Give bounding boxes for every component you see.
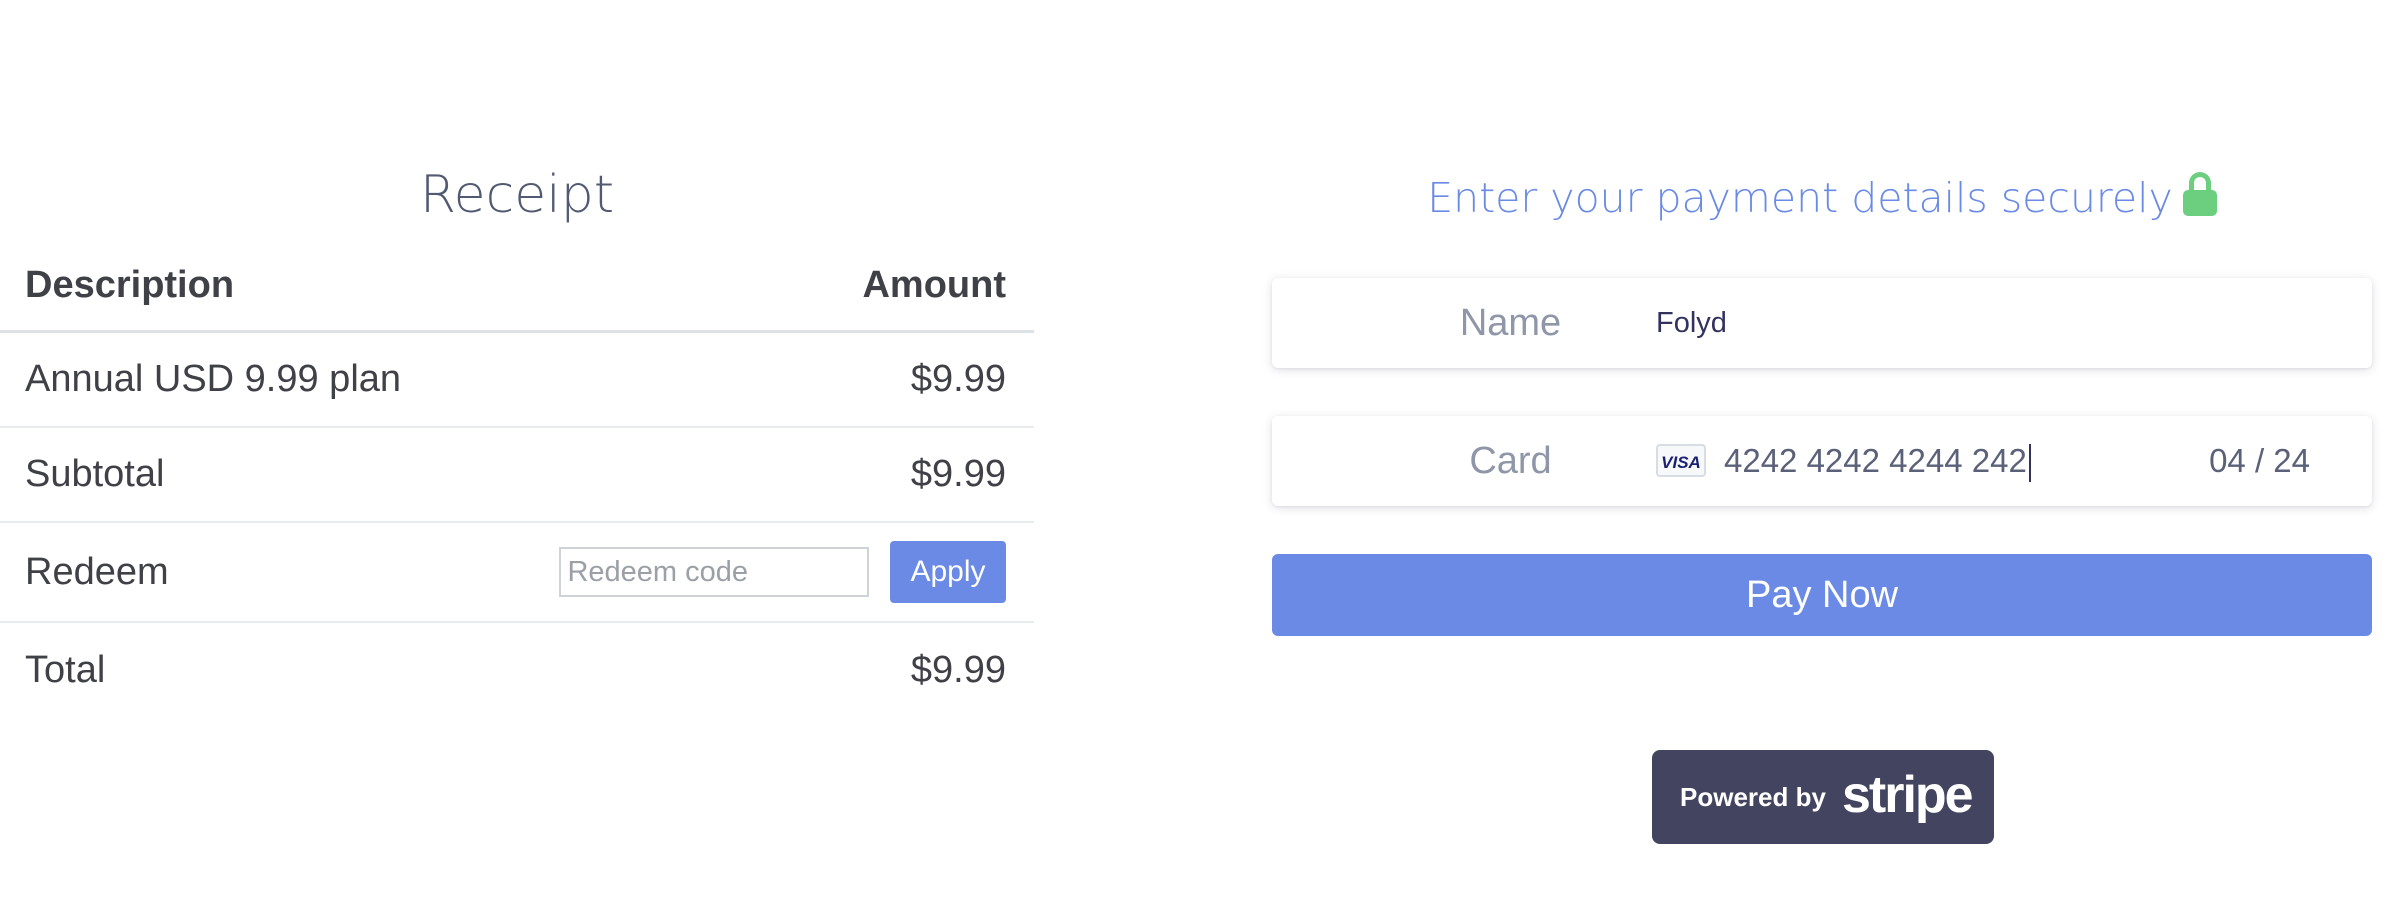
payment-heading-text: Enter your payment details securely [1427,174,2173,222]
pay-now-button[interactable]: Pay Now [1272,554,2372,636]
card-field[interactable]: Card VISA 4242 4242 4244 242 04 / 24 [1272,416,2372,506]
card-expiry-input[interactable]: 04 / 24 [2209,416,2310,506]
line-item-description: Annual USD 9.99 plan [0,331,478,428]
name-field[interactable]: Name Folyd [1272,278,2372,368]
card-label: Card [1469,440,1552,482]
table-row: Subtotal $9.99 [0,427,1034,523]
total-row: Total $9.99 [0,622,1034,718]
receipt-header-row: Description Amount [0,240,1034,333]
redeem-controls: Apply [477,522,1034,623]
powered-by-text: Powered by [1680,782,1826,812]
visa-card-icon: VISA [1656,444,1706,477]
stripe-logo: stripe [1842,766,1974,824]
card-number-input[interactable]: 4242 4242 4244 242 [1724,416,2031,506]
subtotal-amount: $9.99 [477,427,1034,523]
table-row: Annual USD 9.99 plan $9.99 [0,331,1034,428]
name-input[interactable]: Folyd [1656,278,1727,368]
apply-button[interactable]: Apply [890,541,1006,603]
description-header: Description [0,240,478,333]
redeem-label: Redeem [0,522,478,623]
total-label: Total [25,649,106,691]
redeem-code-input[interactable] [559,547,870,597]
lock-icon [2182,172,2217,216]
receipt-title: Receipt [419,165,615,225]
receipt-table: Description Amount Annual USD 9.99 plan … [0,240,1034,718]
name-label: Name [1459,302,1562,344]
text-cursor [2028,444,2031,483]
powered-by-stripe-badge[interactable]: Powered by stripe [1652,750,1994,844]
amount-header: Amount [477,240,1034,333]
total-amount: $9.99 [910,649,1006,691]
line-item-amount: $9.99 [477,331,1034,428]
receipt-panel: Receipt Description Amount Annual USD 9.… [0,150,1034,718]
card-number-value: 4242 4242 4244 242 [1724,442,2027,479]
payment-heading: Enter your payment details securely [1272,150,2372,246]
subtotal-label: Subtotal [0,427,478,523]
payment-panel: Enter your payment details securely Name… [1272,150,2372,844]
redeem-row: Redeem Apply [0,522,1034,623]
